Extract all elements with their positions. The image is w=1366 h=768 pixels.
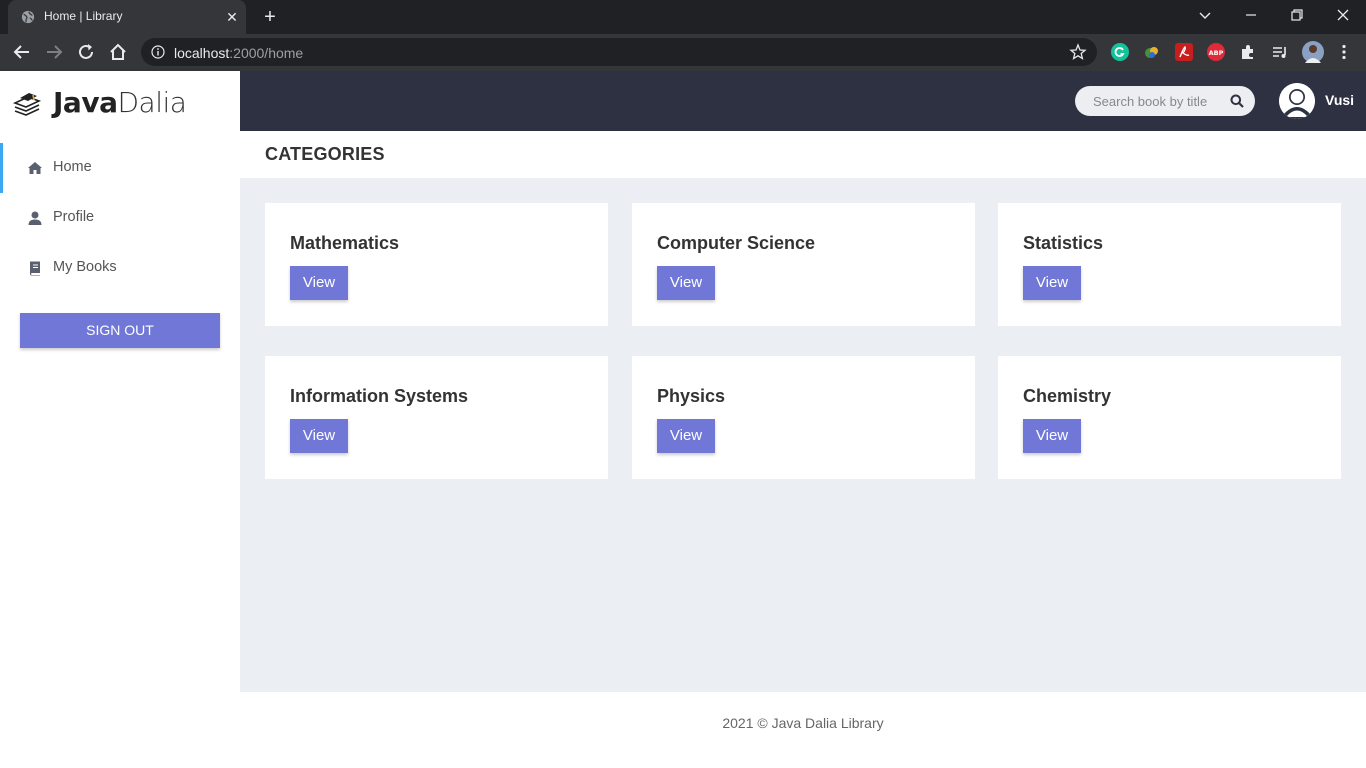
category-title: Statistics [1023, 233, 1104, 253]
search-icon[interactable] [1230, 94, 1244, 108]
view-button[interactable]: View [1023, 419, 1081, 453]
search-input[interactable] [1093, 92, 1223, 110]
forward-icon[interactable] [43, 41, 65, 63]
palette-extension-icon[interactable] [1143, 43, 1161, 61]
sidebar-item-home[interactable]: Home [0, 143, 240, 193]
category-title: Chemistry [1023, 386, 1112, 406]
sidebar: JavaDalia Home Profile My Books SIGN OUT [0, 71, 240, 768]
tab-close-icon[interactable]: ✕ [224, 9, 240, 25]
minimize-icon[interactable] [1228, 0, 1274, 30]
category-card-computer-science: Computer Science View [632, 203, 975, 326]
app-topbar: Vusi [240, 71, 1366, 131]
reload-icon[interactable] [75, 41, 97, 63]
svg-text:ABP: ABP [1209, 49, 1224, 57]
url-path: :2000/home [229, 45, 304, 61]
browser-toolbar: localhost:2000/home ABP [0, 34, 1366, 71]
home-browser-icon[interactable] [107, 41, 129, 63]
extensions-puzzle-icon[interactable] [1239, 43, 1257, 61]
tab-search-icon[interactable] [1182, 0, 1228, 30]
new-tab-button[interactable]: + [259, 6, 281, 28]
profile-avatar-icon[interactable] [1302, 41, 1324, 63]
close-window-icon[interactable] [1320, 0, 1366, 30]
browser-tab-strip: Home | Library ✕ + [0, 0, 1366, 34]
category-card-mathematics: Mathematics View [265, 203, 608, 326]
search-box [1075, 86, 1255, 116]
book-icon [30, 261, 40, 276]
category-title: Information Systems [290, 386, 469, 406]
view-button[interactable]: View [1023, 266, 1081, 300]
user-avatar[interactable] [1279, 83, 1315, 119]
footer-copyright: 2021 © Java Dalia Library [722, 715, 884, 731]
category-title: Computer Science [657, 233, 816, 253]
tab-title: Home | Library [44, 9, 123, 23]
category-title: Physics [657, 386, 726, 406]
category-card-statistics: Statistics View [998, 203, 1341, 326]
view-button[interactable]: View [290, 419, 348, 453]
sign-out-button[interactable]: SIGN OUT [20, 313, 220, 348]
view-button[interactable]: View [657, 419, 715, 453]
sidebar-item-label: Home [53, 159, 92, 175]
back-icon[interactable] [11, 41, 33, 63]
restore-icon[interactable] [1274, 0, 1320, 30]
media-playlist-icon[interactable] [1271, 43, 1289, 61]
page-title: CATEGORIES [265, 144, 385, 164]
category-card-chemistry: Chemistry View [998, 356, 1341, 479]
footer: 2021 © Java Dalia Library [240, 692, 1366, 768]
user-name[interactable]: Vusi [1325, 92, 1354, 108]
view-button[interactable]: View [657, 266, 715, 300]
category-card-information-systems: Information Systems View [265, 356, 608, 479]
url-host: localhost [174, 45, 230, 61]
view-button[interactable]: View [290, 266, 348, 300]
info-icon[interactable] [151, 45, 165, 59]
sidebar-item-label: Profile [53, 209, 95, 225]
home-icon [28, 162, 42, 174]
bookmark-star-icon[interactable] [1069, 43, 1087, 61]
globe-icon [21, 10, 35, 24]
browser-menu-icon[interactable] [1335, 43, 1353, 61]
page-header: CATEGORIES [240, 131, 1366, 178]
brand-name-bold: Java [53, 86, 118, 119]
sidebar-item-profile[interactable]: Profile [0, 193, 240, 243]
sidebar-item-label: My Books [53, 259, 117, 275]
address-bar[interactable]: localhost:2000/home [141, 38, 1097, 66]
user-icon [28, 211, 42, 225]
brand-name-light: Dalia [117, 86, 187, 119]
grammarly-extension-icon[interactable] [1111, 43, 1129, 61]
categories-grid: Mathematics View Computer Science View S… [240, 178, 1366, 692]
user-avatar-icon [1279, 83, 1315, 119]
category-card-physics: Physics View [632, 356, 975, 479]
brand-name: JavaDalia [53, 86, 187, 119]
pdf-extension-icon[interactable] [1175, 43, 1193, 61]
browser-tab[interactable]: Home | Library ✕ [8, 0, 246, 34]
books-logo-icon [12, 93, 42, 116]
adblock-extension-icon[interactable]: ABP [1207, 43, 1225, 61]
category-title: Mathematics [290, 233, 400, 253]
url-text: localhost:2000/home [174, 45, 303, 61]
sidebar-item-my-books[interactable]: My Books [0, 243, 240, 293]
